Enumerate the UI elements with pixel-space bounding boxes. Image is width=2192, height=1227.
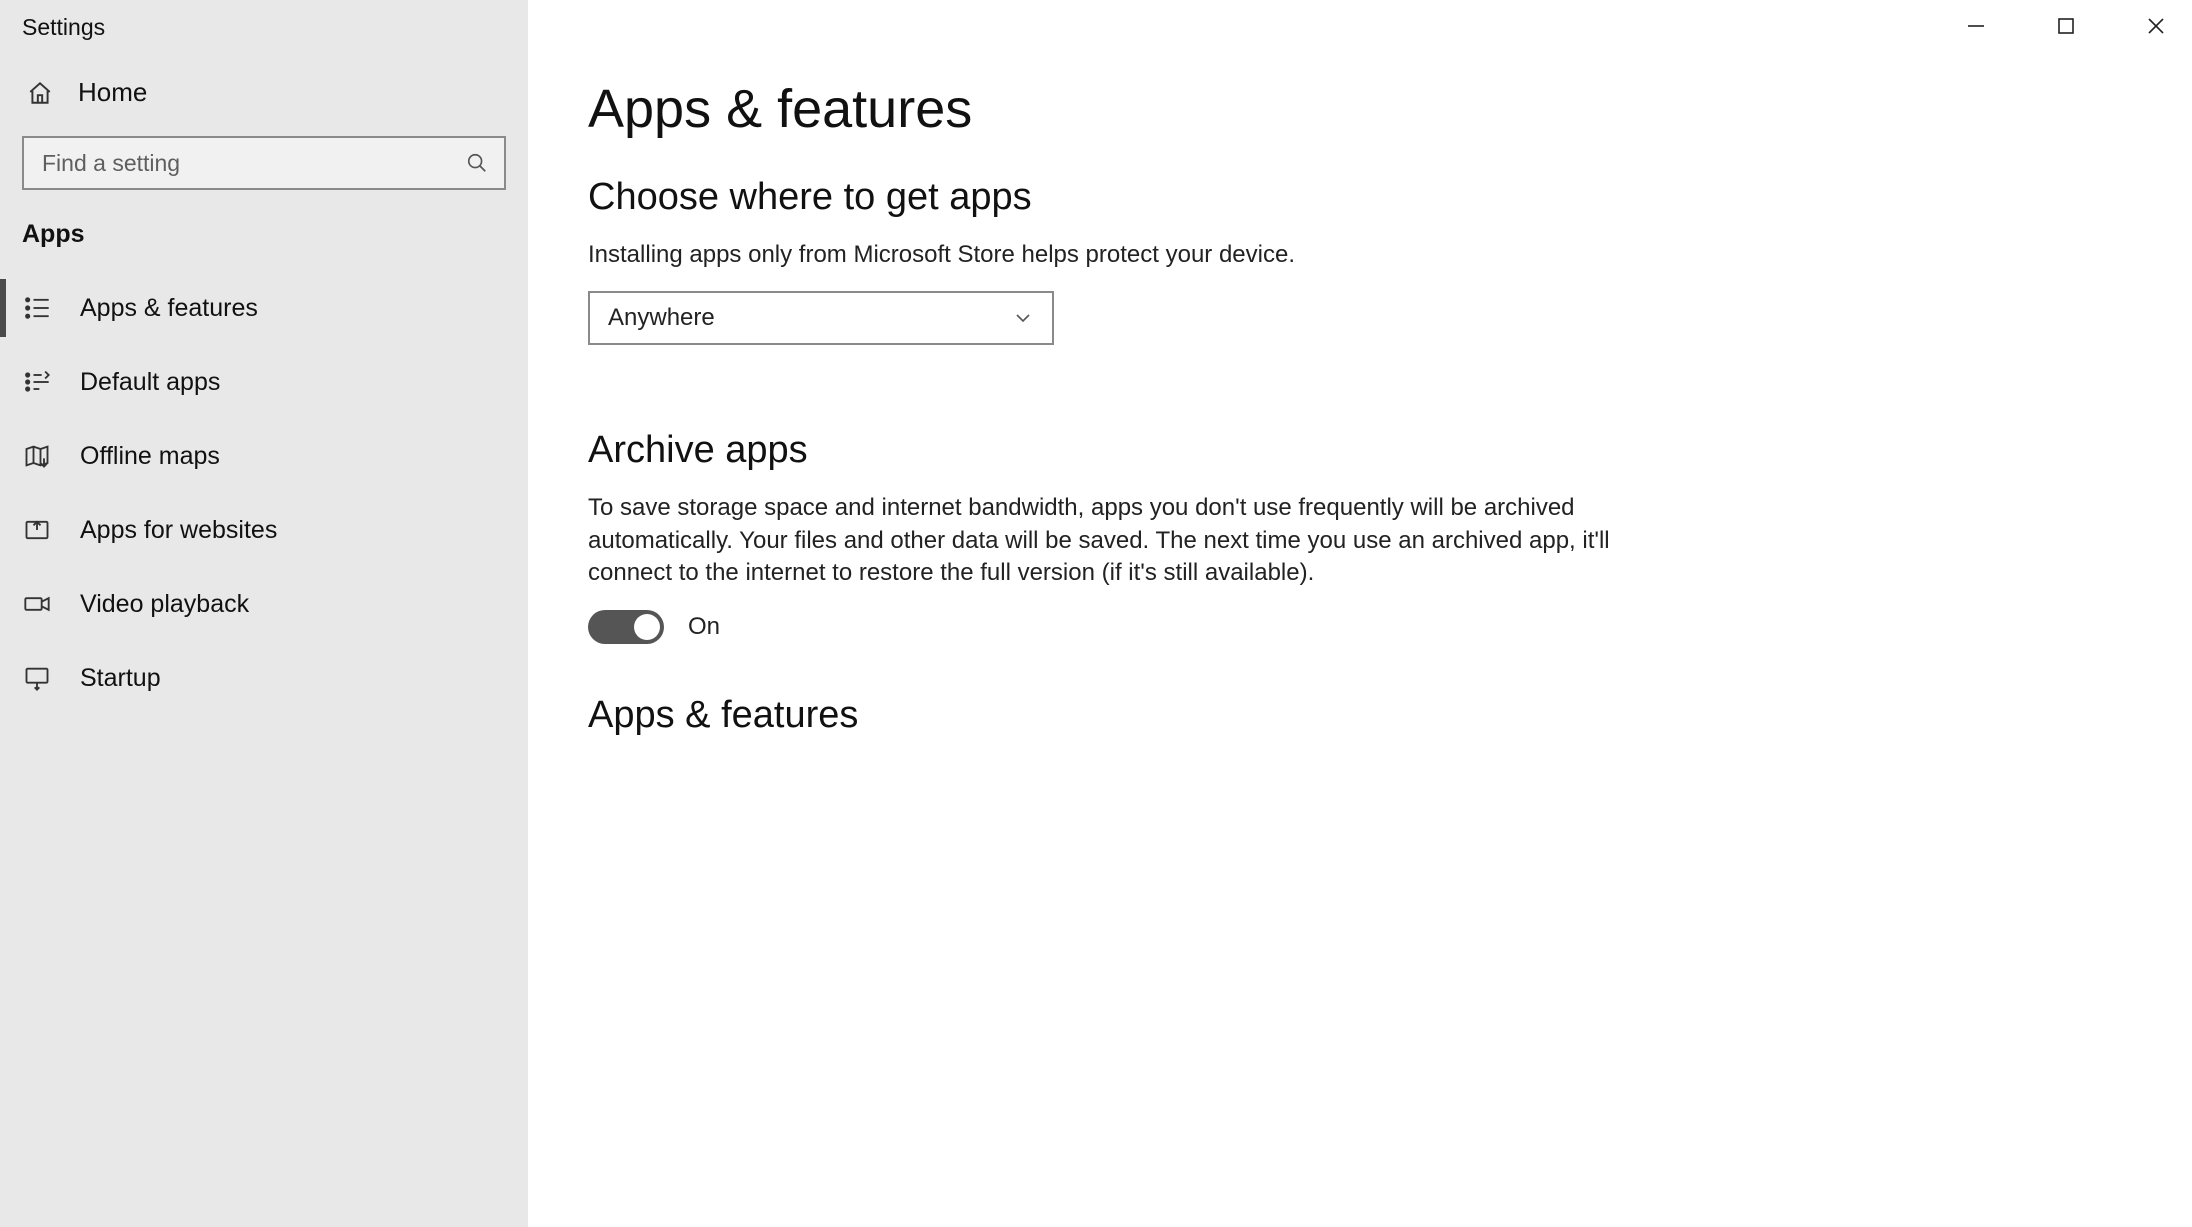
startup-icon <box>22 663 52 693</box>
section-archive-heading: Archive apps <box>588 429 2132 472</box>
nav-apps-features[interactable]: Apps & features <box>0 271 528 345</box>
section-apps-features-heading: Apps & features <box>588 694 2132 737</box>
home-icon <box>26 79 54 107</box>
nav-item-label: Startup <box>80 664 161 693</box>
search-input[interactable] <box>42 150 464 177</box>
nav-list: Apps & features Default apps <box>0 271 528 715</box>
minimize-button[interactable] <box>1948 6 2004 46</box>
toggle-knob <box>634 614 660 640</box>
archive-toggle-label: On <box>688 613 720 641</box>
default-apps-icon <box>22 367 52 397</box>
nav-item-label: Video playback <box>80 590 249 619</box>
sidebar-section-heading: Apps <box>0 214 528 271</box>
maximize-button[interactable] <box>2038 6 2094 46</box>
nav-startup[interactable]: Startup <box>0 641 528 715</box>
window-title: Settings <box>0 0 528 55</box>
apps-for-websites-icon <box>22 515 52 545</box>
nav-default-apps[interactable]: Default apps <box>0 345 528 419</box>
nav-video-playback[interactable]: Video playback <box>0 567 528 641</box>
archive-toggle-row: On <box>588 610 2132 644</box>
apps-features-icon <box>22 293 52 323</box>
nav-item-label: Default apps <box>80 368 220 397</box>
section-choose-where-heading: Choose where to get apps <box>588 176 2132 219</box>
chevron-down-icon <box>1012 307 1034 329</box>
app-source-dropdown[interactable]: Anywhere <box>588 291 1054 345</box>
section-archive-text: To save storage space and internet bandw… <box>588 492 1668 589</box>
window-controls <box>1948 6 2184 46</box>
nav-offline-maps[interactable]: Offline maps <box>0 419 528 493</box>
offline-maps-icon <box>22 441 52 471</box>
dropdown-value: Anywhere <box>608 304 715 332</box>
nav-item-label: Apps for websites <box>80 516 277 545</box>
home-nav[interactable]: Home <box>0 55 528 132</box>
page-title: Apps & features <box>588 78 2132 140</box>
sidebar: Settings Home Apps <box>0 0 528 1227</box>
search-icon <box>464 150 490 176</box>
main-content: Apps & features Choose where to get apps… <box>528 0 2192 1227</box>
section-choose-where-text: Installing apps only from Microsoft Stor… <box>588 239 1668 271</box>
close-button[interactable] <box>2128 6 2184 46</box>
search-box[interactable] <box>22 136 506 190</box>
nav-item-label: Offline maps <box>80 442 220 471</box>
nav-item-label: Apps & features <box>80 294 258 323</box>
nav-apps-for-websites[interactable]: Apps for websites <box>0 493 528 567</box>
home-label: Home <box>78 77 147 108</box>
archive-toggle[interactable] <box>588 610 664 644</box>
video-playback-icon <box>22 589 52 619</box>
